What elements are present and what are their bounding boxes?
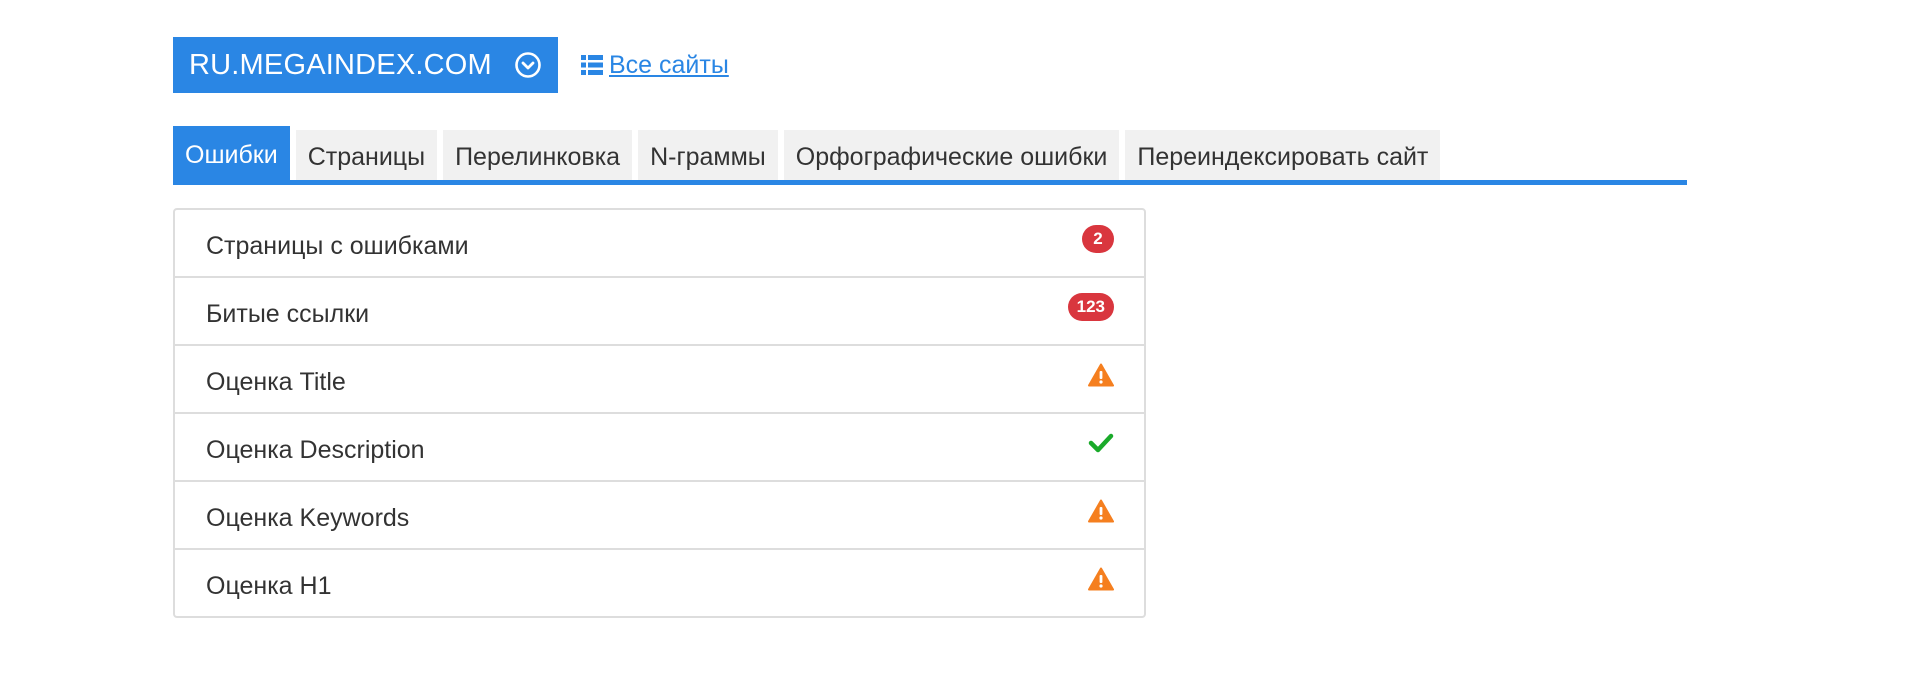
list-item-h1-score[interactable]: Оценка H1: [173, 548, 1146, 618]
warning-icon: [1088, 498, 1114, 524]
all-sites-link[interactable]: Все сайты: [581, 48, 729, 82]
count-badge: 123: [1067, 293, 1114, 321]
list-item-broken-links[interactable]: Битые ссылки 123: [173, 276, 1146, 346]
page: RU.MEGAINDEX.COM Все сайты Ошибки Страни…: [0, 0, 1920, 676]
list-item-label: Оценка Description: [206, 435, 425, 464]
all-sites-label[interactable]: Все сайты: [609, 51, 729, 80]
list-item-keywords-score[interactable]: Оценка Keywords: [173, 480, 1146, 550]
list-item-title-score[interactable]: Оценка Title: [173, 344, 1146, 414]
count-badge: 2: [1082, 225, 1114, 253]
tab-bar: Ошибки Страницы Перелинковка N-граммы Ор…: [173, 126, 1446, 184]
tab-reindex-site[interactable]: Переиндексировать сайт: [1125, 130, 1441, 184]
list-item-label: Оценка Keywords: [206, 503, 410, 532]
list-item-description-score[interactable]: Оценка Description: [173, 412, 1146, 482]
list-icon: [581, 54, 603, 76]
list-item-label: Битые ссылки: [206, 299, 370, 328]
list-item-label: Оценка Title: [206, 367, 346, 396]
list-item-label: Оценка H1: [206, 571, 332, 600]
site-name: RU.MEGAINDEX.COM: [189, 48, 492, 81]
warning-icon: [1088, 566, 1114, 592]
check-icon: [1088, 430, 1114, 456]
tab-underline: [173, 180, 1687, 185]
tab-spelling-errors[interactable]: Орфографические ошибки: [783, 130, 1120, 184]
error-list: Страницы с ошибками 2 Битые ссылки 123 О…: [173, 208, 1146, 618]
tab-errors[interactable]: Ошибки: [173, 126, 290, 184]
site-selector-dropdown[interactable]: RU.MEGAINDEX.COM: [173, 37, 558, 93]
list-item-pages-with-errors[interactable]: Страницы с ошибками 2: [173, 208, 1146, 278]
tab-interlinking[interactable]: Перелинковка: [443, 130, 633, 184]
chevron-circle-down-icon: [514, 51, 542, 79]
list-item-label: Страницы с ошибками: [206, 231, 469, 260]
tab-pages[interactable]: Страницы: [295, 130, 438, 184]
tab-ngrams[interactable]: N-граммы: [638, 130, 778, 184]
warning-icon: [1088, 362, 1114, 388]
